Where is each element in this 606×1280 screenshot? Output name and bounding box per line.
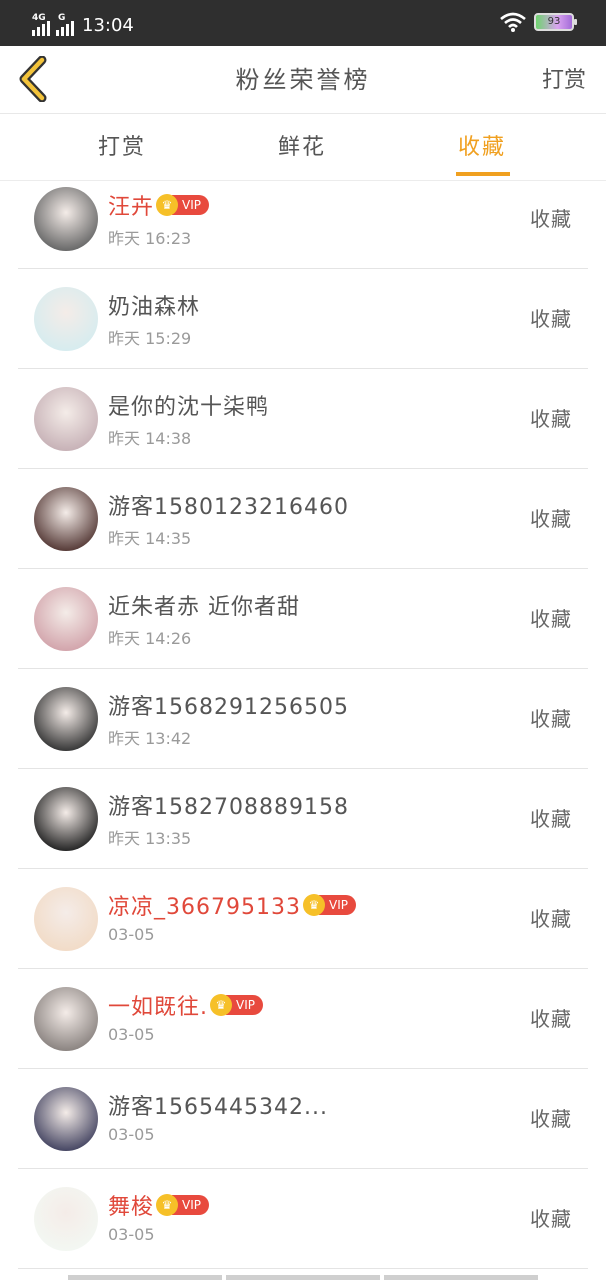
list-item[interactable]: 一如既往. ♛ VIP 03-05 收藏 — [0, 969, 606, 1069]
user-name-line: 近朱者赤 近你者甜 — [108, 589, 300, 621]
cellular-signal-icon: 4G — [32, 13, 50, 36]
avatar[interactable] — [34, 687, 98, 751]
crown-icon: ♛ — [156, 1194, 179, 1216]
user-name-line: 是你的沈十柒鸭 — [108, 389, 269, 421]
tab-flowers[interactable]: 鲜花 — [278, 129, 326, 161]
favorite-label: 收藏 — [530, 707, 572, 731]
user-name[interactable]: 游客1565445342... — [108, 1089, 328, 1121]
list-item[interactable]: 近朱者赤 近你者甜 昨天 14:26 收藏 — [0, 569, 606, 669]
crown-icon: ♛ — [302, 894, 325, 916]
cellular-signal-icon-2: G — [56, 13, 74, 36]
timestamp: 昨天 13:35 — [108, 829, 192, 848]
timestamp: 昨天 13:42 — [108, 729, 192, 748]
vip-badge: ♛ VIP — [156, 194, 209, 216]
user-name-line: 游客1580123216460 — [108, 489, 349, 521]
crown-icon: ♛ — [210, 994, 232, 1016]
user-name[interactable]: 凉凉_366795133 — [108, 889, 301, 921]
list-item[interactable]: 凉凉_366795133 ♛ VIP 03-05 收藏 — [0, 869, 606, 969]
avatar[interactable] — [34, 787, 98, 851]
user-name-line: 一如既往. ♛ VIP — [108, 989, 263, 1021]
active-tab-indicator — [456, 172, 510, 176]
avatar[interactable] — [34, 587, 98, 651]
vip-badge: ♛ VIP — [302, 894, 356, 916]
favorite-label: 收藏 — [530, 507, 572, 531]
favorite-label: 收藏 — [530, 407, 572, 431]
user-name[interactable]: 汪卉 — [108, 189, 154, 221]
favorite-label: 收藏 — [530, 307, 572, 331]
user-name[interactable]: 一如既往. — [108, 989, 208, 1021]
user-name[interactable]: 奶油森林 — [108, 289, 200, 321]
wifi-icon — [500, 12, 526, 32]
timestamp: 03-05 — [108, 925, 155, 944]
avatar[interactable] — [34, 987, 98, 1051]
timestamp: 03-05 — [108, 1025, 155, 1044]
avatar[interactable] — [34, 287, 98, 351]
user-name-line: 凉凉_366795133 ♛ VIP — [108, 889, 356, 921]
favorite-label: 收藏 — [530, 907, 572, 931]
list-item[interactable]: 游客1582708889158 昨天 13:35 收藏 — [0, 769, 606, 869]
status-time: 13:04 — [82, 15, 134, 36]
avatar[interactable] — [34, 387, 98, 451]
user-name[interactable]: 近朱者赤 近你者甜 — [108, 589, 300, 621]
status-right: 93 — [500, 12, 577, 32]
favorite-label: 收藏 — [530, 1107, 572, 1131]
divider — [18, 1268, 588, 1269]
user-name-line: 汪卉 ♛ VIP — [108, 189, 209, 221]
favorite-label: 收藏 — [530, 1007, 572, 1031]
battery-icon: 93 — [534, 13, 577, 31]
crown-icon: ♛ — [156, 194, 179, 216]
timestamp: 昨天 14:38 — [108, 429, 192, 448]
list-item[interactable]: 奶油森林 昨天 15:29 收藏 — [0, 269, 606, 369]
avatar[interactable] — [34, 187, 98, 251]
nav-bar: 粉丝荣誉榜 打赏 — [0, 46, 606, 114]
list-item[interactable]: 舞梭 ♛ VIP 03-05 收藏 — [0, 1169, 606, 1269]
timestamp: 昨天 14:26 — [108, 629, 192, 648]
timestamp: 昨天 16:23 — [108, 229, 192, 248]
vip-badge: ♛ VIP — [210, 994, 263, 1016]
network-type-label: 4G — [32, 13, 46, 23]
favorite-label: 收藏 — [530, 207, 572, 231]
user-name[interactable]: 游客1568291256505 — [108, 689, 349, 721]
user-name-line: 游客1565445342... — [108, 1089, 328, 1121]
fan-list: 汪卉 ♛ VIP 昨天 16:23 收藏 奶油森林 昨天 15:29 收藏 是你的… — [0, 181, 606, 1269]
page-title: 粉丝荣誉榜 — [235, 66, 371, 94]
tab-reward[interactable]: 打赏 — [98, 129, 146, 161]
favorite-label: 收藏 — [530, 807, 572, 831]
tab-favorites[interactable]: 收藏 — [458, 129, 506, 161]
list-item[interactable]: 汪卉 ♛ VIP 昨天 16:23 收藏 — [0, 181, 606, 269]
vip-badge: ♛ VIP — [156, 1194, 209, 1216]
favorite-label: 收藏 — [530, 1207, 572, 1231]
timestamp: 03-05 — [108, 1125, 155, 1144]
user-name[interactable]: 舞梭 — [108, 1189, 154, 1221]
timestamp: 昨天 14:35 — [108, 529, 192, 548]
user-name[interactable]: 游客1580123216460 — [108, 489, 349, 521]
list-item[interactable]: 游客1565445342... 03-05 收藏 — [0, 1069, 606, 1169]
tab-bar: 打赏 鲜花 收藏 — [0, 115, 606, 181]
list-item[interactable]: 游客1568291256505 昨天 13:42 收藏 — [0, 669, 606, 769]
reward-button[interactable]: 打赏 — [542, 62, 586, 94]
status-bar: 4G G 13:04 93 — [0, 0, 606, 46]
avatar[interactable] — [34, 487, 98, 551]
status-left: 4G G 13:04 — [32, 10, 134, 36]
avatar[interactable] — [34, 1187, 98, 1251]
list-item[interactable]: 是你的沈十柒鸭 昨天 14:38 收藏 — [0, 369, 606, 469]
user-name[interactable]: 游客1582708889158 — [108, 789, 349, 821]
timestamp: 03-05 — [108, 1225, 155, 1244]
avatar[interactable] — [34, 887, 98, 951]
bottom-indicator — [68, 1275, 538, 1280]
avatar[interactable] — [34, 1087, 98, 1151]
user-name-line: 奶油森林 — [108, 289, 200, 321]
battery-level: 93 — [547, 16, 561, 27]
timestamp: 昨天 15:29 — [108, 329, 192, 348]
user-name-line: 舞梭 ♛ VIP — [108, 1189, 209, 1221]
user-name[interactable]: 是你的沈十柒鸭 — [108, 389, 269, 421]
user-name-line: 游客1568291256505 — [108, 689, 349, 721]
network-type-label-2: G — [58, 13, 66, 23]
favorite-label: 收藏 — [530, 607, 572, 631]
user-name-line: 游客1582708889158 — [108, 789, 349, 821]
list-item[interactable]: 游客1580123216460 昨天 14:35 收藏 — [0, 469, 606, 569]
